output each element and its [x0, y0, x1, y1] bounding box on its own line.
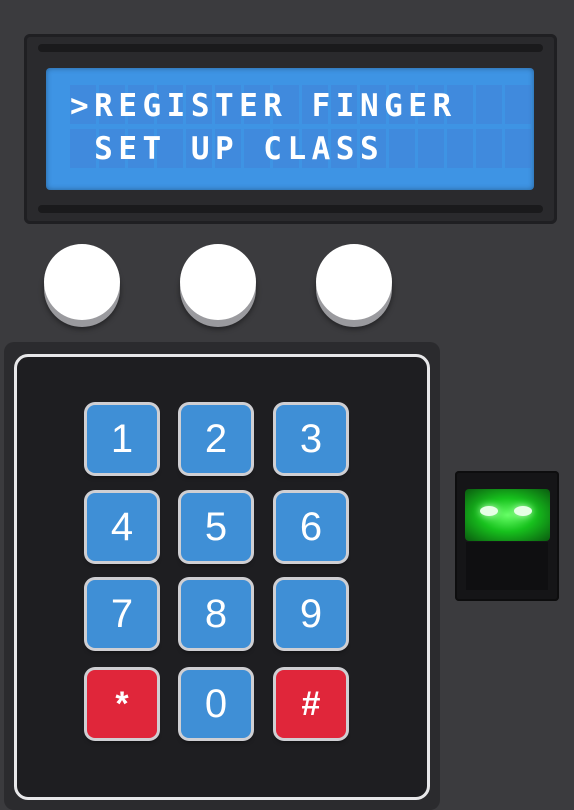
key-8[interactable]: 8 [181, 580, 251, 648]
lcd-display: >REGISTER FINGER SET UP CLASS [46, 68, 534, 190]
key-7[interactable]: 7 [87, 580, 157, 648]
lcd-top-rail [38, 44, 543, 52]
key-hash[interactable]: # [276, 670, 346, 738]
lcd-cell [389, 129, 415, 168]
lcd-line-2: SET UP CLASS [70, 131, 385, 167]
fingerprint-scan-window[interactable] [466, 542, 548, 590]
round-button-right[interactable] [316, 244, 392, 320]
fingerprint-led-right [514, 506, 532, 516]
lcd-line-1: >REGISTER FINGER [70, 88, 457, 124]
lcd-bottom-rail [38, 205, 543, 213]
key-1[interactable]: 1 [87, 405, 157, 473]
lcd-cell [476, 129, 502, 168]
attendance-device: >REGISTER FINGER SET UP CLASS 1 2 3 4 5 … [0, 0, 574, 810]
lcd-cell [447, 129, 473, 168]
lcd-cell [476, 85, 502, 124]
key-6[interactable]: 6 [276, 493, 346, 561]
key-0[interactable]: 0 [181, 670, 251, 738]
round-button-left[interactable] [44, 244, 120, 320]
key-9[interactable]: 9 [276, 580, 346, 648]
fingerprint-led-left [480, 506, 498, 516]
fingerprint-status-light [465, 489, 550, 541]
lcd-cell [418, 129, 444, 168]
key-2[interactable]: 2 [181, 405, 251, 473]
key-3[interactable]: 3 [276, 405, 346, 473]
key-star[interactable]: * [87, 670, 157, 738]
lcd-cell [505, 129, 531, 168]
lcd-cell [505, 85, 531, 124]
round-button-middle[interactable] [180, 244, 256, 320]
key-5[interactable]: 5 [181, 493, 251, 561]
key-4[interactable]: 4 [87, 493, 157, 561]
